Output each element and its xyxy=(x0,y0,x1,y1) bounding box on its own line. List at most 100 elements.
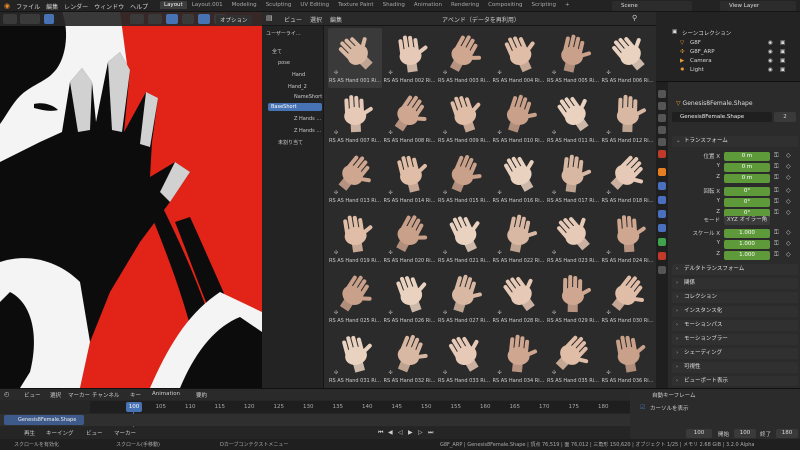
lock-icon[interactable]: ⚿ xyxy=(774,152,779,160)
shading-solid-button[interactable] xyxy=(182,14,194,24)
menu-edit-fb[interactable]: 編集 xyxy=(330,15,342,24)
keyframe-icon[interactable]: ◇ xyxy=(786,198,791,205)
particles-tab-icon[interactable] xyxy=(658,196,666,204)
frame-end-field[interactable]: 180 xyxy=(776,429,798,438)
track-channel[interactable]: Genesis8Female.Shape xyxy=(4,415,84,425)
menu-select[interactable]: 選択 xyxy=(310,15,322,24)
asset-tile[interactable]: ✣ RS AS Hand 001 Ri... xyxy=(328,28,382,88)
library-title[interactable]: ユーザーライ... xyxy=(266,30,301,37)
asset-tile[interactable]: ✣ RS AS Hand 029 Ri... xyxy=(546,268,600,328)
asset-tile[interactable]: ✣ RS AS Hand 005 Ri... xyxy=(546,28,600,88)
add-workspace-button[interactable]: + xyxy=(561,1,574,9)
tree-item-nameshort[interactable]: NameShort xyxy=(294,94,322,100)
asset-tile[interactable]: ✣ RS AS Hand 032 Ri... xyxy=(383,328,437,388)
viewport-options-button[interactable]: オプション xyxy=(216,15,252,25)
tl-menu-select[interactable]: 選択 xyxy=(50,391,61,399)
constraints-tab-icon[interactable] xyxy=(658,224,666,232)
asset-tile[interactable]: ✣ RS AS Hand 019 Ri... xyxy=(328,208,382,268)
lock-icon[interactable]: ⚿ xyxy=(774,240,779,248)
asset-tile[interactable]: ✣ RS AS Hand 036 Ri... xyxy=(601,328,655,388)
append-mode-dropdown[interactable]: アペンド（データを再利用） xyxy=(442,15,520,24)
motion-paths-panel-header[interactable]: モーションパス xyxy=(672,320,798,331)
delta-transform-panel-header[interactable]: デルタトランスフォーム xyxy=(672,264,798,275)
rotation-mode-dropdown[interactable]: XYZ オイラー角 xyxy=(724,216,770,225)
scale-y-field[interactable]: 1.000 xyxy=(724,240,770,249)
data-tab-icon[interactable] xyxy=(658,238,666,246)
asset-tile[interactable]: ✣ RS AS Hand 018 Ri... xyxy=(601,148,655,208)
tree-item-z-hands-2[interactable]: Z Hands ... xyxy=(294,128,321,134)
lock-icon[interactable]: ⚿ xyxy=(774,174,779,182)
rotation-x-field[interactable]: 0° xyxy=(724,187,770,196)
asset-tile[interactable]: ✣ RS AS Hand 027 Ri... xyxy=(437,268,491,328)
tab-uv-editing[interactable]: UV Editing xyxy=(296,1,333,9)
asset-tile[interactable]: ✣ RS AS Hand 033 Ri... xyxy=(437,328,491,388)
modifier-tab-icon[interactable] xyxy=(658,182,666,190)
transform-panel-header[interactable]: トランスフォーム xyxy=(672,136,798,147)
tab-modeling[interactable]: Modeling xyxy=(228,1,261,9)
overlay-button[interactable] xyxy=(166,14,178,24)
lock-icon[interactable]: ⚿ xyxy=(774,198,779,206)
menu-file[interactable]: ファイル xyxy=(16,2,40,11)
visibility-icon[interactable]: ◉ xyxy=(768,67,773,73)
asset-tile[interactable]: ✣ RS AS Hand 003 Ri... xyxy=(437,28,491,88)
jump-start-icon[interactable]: ⏮ xyxy=(378,429,383,437)
asset-tile[interactable]: ✣ RS AS Hand 004 Ri... xyxy=(492,28,546,88)
tree-item-hand[interactable]: Hand xyxy=(292,72,305,78)
view-layer-selector[interactable]: View Layer xyxy=(720,1,796,11)
auto-keyframe-label[interactable]: 自動キーフレーム xyxy=(652,391,696,399)
scale-x-field[interactable]: 1.000 xyxy=(724,229,770,238)
asset-tile[interactable]: ✣ RS AS Hand 010 Ri... xyxy=(492,88,546,148)
menu-render[interactable]: レンダー xyxy=(64,2,88,11)
current-frame-marker[interactable]: 100 xyxy=(126,402,142,412)
instancing-panel-header[interactable]: インスタンス化 xyxy=(672,306,798,317)
render-icon[interactable]: ▣ xyxy=(780,67,785,73)
asset-tile[interactable]: ✣ RS AS Hand 006 Ri... xyxy=(601,28,655,88)
keyframe-icon[interactable]: ◇ xyxy=(786,174,791,181)
asset-tile[interactable]: ✣ RS AS Hand 028 Ri... xyxy=(492,268,546,328)
asset-tile[interactable]: ✣ RS AS Hand 011 Ri... xyxy=(546,88,600,148)
prev-keyframe-icon[interactable]: ◀ xyxy=(388,429,393,436)
scene-selector[interactable]: Scene xyxy=(612,1,692,11)
visibility-icon[interactable]: ◉ xyxy=(768,40,773,46)
location-x-field[interactable]: 0 m xyxy=(724,152,770,161)
asset-tile[interactable]: ✣ RS AS Hand 017 Ri... xyxy=(546,148,600,208)
scale-z-field[interactable]: 1.000 xyxy=(724,251,770,260)
asset-tile[interactable]: ✣ RS AS Hand 012 Ri... xyxy=(601,88,655,148)
menu-window[interactable]: ウィンドウ xyxy=(94,2,124,11)
asset-tile[interactable]: ✣ RS AS Hand 013 Ri... xyxy=(328,148,382,208)
asset-tile[interactable]: ✣ RS AS Hand 002 Ri... xyxy=(383,28,437,88)
visibility-panel-header[interactable]: 可視性 xyxy=(672,362,798,373)
lock-icon[interactable]: ⚿ xyxy=(774,187,779,195)
tab-sculpting[interactable]: Sculpting xyxy=(262,1,296,9)
keyframe-icon[interactable]: ◇ xyxy=(786,209,791,216)
tl-marker-menu[interactable]: マーカー xyxy=(114,429,136,437)
summary-toggle[interactable]: 要約 xyxy=(196,391,207,399)
shading-panel-header[interactable]: シェーディング xyxy=(672,348,798,359)
material-tab-icon[interactable] xyxy=(658,252,666,260)
tab-rendering[interactable]: Rendering xyxy=(447,1,483,9)
object-name-field[interactable]: Genesis8Female.Shape xyxy=(672,112,772,122)
world-tab-icon[interactable] xyxy=(658,150,666,158)
lock-icon[interactable]: ⚿ xyxy=(774,209,779,217)
mode-button[interactable] xyxy=(20,14,40,24)
tl-menu-marker[interactable]: マーカー xyxy=(68,391,90,399)
tab-layout[interactable]: Layout xyxy=(160,1,187,9)
asset-tile[interactable]: ✣ RS AS Hand 021 Ri... xyxy=(437,208,491,268)
render-icon[interactable]: ▣ xyxy=(780,58,785,64)
tree-item-baseshort[interactable]: BaseShort xyxy=(268,103,322,111)
keyframe-icon[interactable]: ◇ xyxy=(786,187,791,194)
tree-item-z-hands-1[interactable]: Z Hands ... xyxy=(294,116,321,122)
view-layer-tab-icon[interactable] xyxy=(658,126,666,134)
snap-button[interactable] xyxy=(148,14,162,24)
tl-menu-animation[interactable]: Animation xyxy=(152,391,180,397)
tl-menu-key[interactable]: キー xyxy=(130,391,141,399)
asset-tile[interactable]: ✣ RS AS Hand 007 Ri... xyxy=(328,88,382,148)
lock-icon[interactable]: ⚿ xyxy=(774,251,779,259)
asset-tile[interactable]: ✣ RS AS Hand 026 Ri... xyxy=(383,268,437,328)
asset-tile[interactable]: ✣ RS AS Hand 031 Ri... xyxy=(328,328,382,388)
file-browser-editor-icon[interactable]: ▤ xyxy=(266,14,273,22)
outliner-row-g8f-arp[interactable]: ✣ G8F_ARP ◉ ▣ xyxy=(656,49,800,58)
output-tab-icon[interactable] xyxy=(658,114,666,122)
collections-panel-header[interactable]: コレクション xyxy=(672,292,798,303)
frame-current-field[interactable]: 100 xyxy=(686,429,712,438)
